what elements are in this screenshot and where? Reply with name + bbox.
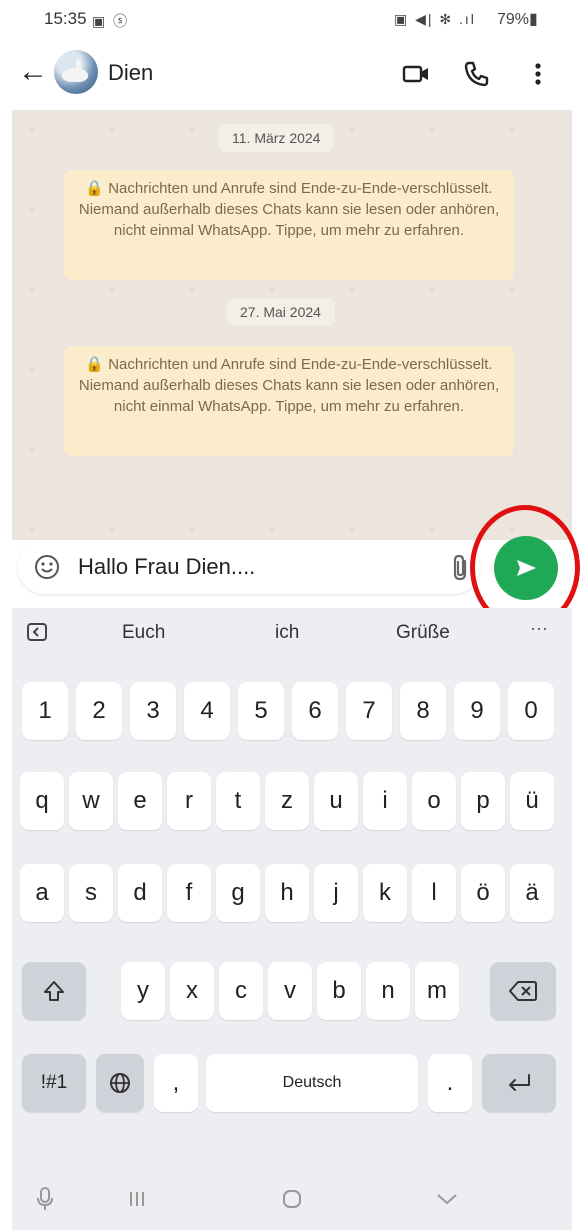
key-l[interactable]: l (412, 864, 456, 922)
home-icon[interactable] (277, 1184, 307, 1214)
suggestion-word[interactable]: ich (275, 622, 299, 644)
encryption-notice[interactable]: 🔒 Nachrichten und Anrufe sind Ende-zu-En… (64, 170, 514, 280)
hide-keyboard-icon[interactable] (432, 1184, 462, 1214)
key-v[interactable]: v (268, 962, 312, 1020)
microphone-icon[interactable] (30, 1184, 60, 1214)
paperclip-icon[interactable] (448, 553, 474, 583)
encryption-notice[interactable]: 🔒 Nachrichten und Anrufe sind Ende-zu-En… (64, 346, 514, 456)
date-chip: 11. März 2024 (218, 124, 335, 152)
keyboard: Euch ich Grüße ··· 1 2 3 4 5 6 7 8 9 0 q… (12, 608, 572, 1230)
key-6[interactable]: 6 (292, 682, 338, 740)
shift-icon (44, 981, 64, 1001)
video-call-icon[interactable] (400, 58, 432, 90)
key-t[interactable]: t (216, 772, 260, 830)
emoji-icon[interactable] (34, 554, 60, 580)
suggestion-word[interactable]: Euch (122, 622, 165, 644)
key-oe[interactable]: ö (461, 864, 505, 922)
backspace-icon (509, 981, 537, 1001)
key-k[interactable]: k (363, 864, 407, 922)
status-time: 15:35 (44, 9, 87, 28)
status-signal-icons: ▣ ◀| ✻ .ıl (394, 11, 476, 27)
key-a[interactable]: a (20, 864, 64, 922)
key-ae[interactable]: ä (510, 864, 554, 922)
chat-area: 11. März 2024 🔒 Nachrichten und Anrufe s… (12, 110, 572, 540)
key-2[interactable]: 2 (76, 682, 122, 740)
key-b[interactable]: b (317, 962, 361, 1020)
key-q[interactable]: q (20, 772, 64, 830)
enter-key[interactable] (482, 1054, 556, 1112)
enter-icon (509, 1074, 530, 1091)
send-icon (517, 560, 536, 576)
phone-icon[interactable] (460, 58, 492, 90)
key-s[interactable]: s (69, 864, 113, 922)
key-p[interactable]: p (461, 772, 505, 830)
backspace-key[interactable] (490, 962, 556, 1020)
key-3[interactable]: 3 (130, 682, 176, 740)
key-f[interactable]: f (167, 864, 211, 922)
key-8[interactable]: 8 (400, 682, 446, 740)
contact-name[interactable]: Dien (108, 60, 153, 86)
comma-key[interactable]: , (154, 1054, 198, 1112)
contact-avatar[interactable] (54, 50, 98, 94)
send-button[interactable] (494, 536, 558, 600)
period-key[interactable]: . (428, 1054, 472, 1112)
key-c[interactable]: c (219, 962, 263, 1020)
more-suggestions[interactable]: ··· (530, 618, 548, 639)
back-arrow-icon[interactable]: ← (18, 54, 48, 90)
status-bar: 15:35 ▣ ⓢ ▣ ◀| ✻ .ıl 79%▮ (0, 0, 583, 40)
key-n[interactable]: n (366, 962, 410, 1020)
chat-header: ← Dien (0, 40, 583, 110)
shift-key[interactable] (22, 962, 86, 1020)
key-w[interactable]: w (69, 772, 113, 830)
space-key[interactable]: Deutsch (206, 1054, 418, 1112)
key-h[interactable]: h (265, 864, 309, 922)
key-o[interactable]: o (412, 772, 456, 830)
message-input[interactable] (78, 548, 418, 586)
more-vert-icon[interactable] (522, 58, 554, 90)
key-ue[interactable]: ü (510, 772, 554, 830)
navigation-bar (12, 1170, 572, 1230)
key-1[interactable]: 1 (22, 682, 68, 740)
date-chip: 27. Mai 2024 (226, 298, 335, 326)
key-u[interactable]: u (314, 772, 358, 830)
key-y[interactable]: y (121, 962, 165, 1020)
battery-indicator: 79%▮ (497, 11, 538, 28)
message-composer (18, 540, 480, 594)
key-5[interactable]: 5 (238, 682, 284, 740)
symbols-key[interactable]: !#1 (22, 1054, 86, 1112)
key-7[interactable]: 7 (346, 682, 392, 740)
key-r[interactable]: r (167, 772, 211, 830)
suggestion-bar: Euch ich Grüße ··· (12, 608, 572, 658)
key-4[interactable]: 4 (184, 682, 230, 740)
key-i[interactable]: i (363, 772, 407, 830)
suggestion-word[interactable]: Grüße (396, 622, 450, 644)
avatar-swan-body (62, 68, 88, 82)
keyboard-toolbar-toggle-icon[interactable] (26, 622, 48, 642)
key-0[interactable]: 0 (508, 682, 554, 740)
key-z[interactable]: z (265, 772, 309, 830)
key-x[interactable]: x (170, 962, 214, 1020)
status-notification-icons: ▣ ⓢ (92, 13, 130, 29)
key-m[interactable]: m (415, 962, 459, 1020)
key-9[interactable]: 9 (454, 682, 500, 740)
key-g[interactable]: g (216, 864, 260, 922)
key-j[interactable]: j (314, 864, 358, 922)
globe-icon (110, 1073, 130, 1093)
key-e[interactable]: e (118, 772, 162, 830)
key-d[interactable]: d (118, 864, 162, 922)
language-key[interactable] (96, 1054, 144, 1112)
recent-apps-icon[interactable] (122, 1184, 152, 1214)
